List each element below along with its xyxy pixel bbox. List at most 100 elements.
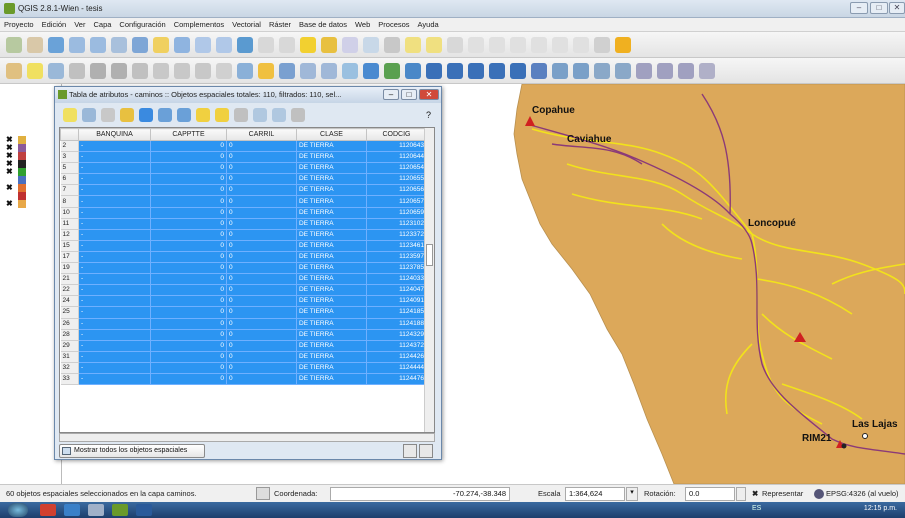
scroll-thumb[interactable] [426,244,433,266]
cell-capptte[interactable]: 0 [150,284,227,297]
cell-codcig[interactable]: 1124329 [366,329,427,341]
cell-banquina[interactable]: - [78,173,151,186]
table-row[interactable]: 28-0 0 DE TIERRA 1124329 [60,329,427,341]
cell-capptte[interactable]: 0 [150,318,227,330]
start-button[interactable] [8,503,28,517]
cell-banquina[interactable]: - [78,195,151,208]
taskbar-app-icon[interactable] [136,504,152,516]
cell-carril[interactable]: 0 [226,195,297,208]
menu-procesos[interactable]: Procesos [378,20,409,29]
cell-codcig[interactable]: 1123461 [366,240,427,252]
cell-banquina[interactable]: - [78,151,151,164]
row-number[interactable]: 32 [60,362,79,374]
crs-label[interactable]: EPSG:4326 (al vuelo) [826,489,899,498]
table-row[interactable]: 22-0 0 DE TIERRA 1124047 [60,284,427,297]
cell-capptte[interactable]: 0 [150,218,227,230]
table-row[interactable]: 3-0 0 DE TIERRA 1120644 [60,151,427,164]
vertical-scrollbar[interactable] [424,128,434,432]
cell-banquina[interactable]: - [78,306,151,319]
cell-clase[interactable]: DE TIERRA [296,329,367,341]
cell-capptte[interactable]: 0 [150,373,227,386]
toggle-editing-icon[interactable] [63,108,77,122]
grid-icon[interactable] [594,36,610,53]
zoom-to-layer-icon[interactable] [174,36,190,53]
cell-capptte[interactable]: 0 [150,306,227,319]
table-row[interactable]: 10-0 0 DE TIERRA 1120659 [60,207,427,219]
cell-carril[interactable]: 0 [226,229,297,241]
row-number[interactable]: 28 [60,329,79,341]
cell-codcig[interactable]: 1124091 [366,295,427,308]
copy-features-icon[interactable] [174,62,190,79]
cell-clase[interactable]: DE TIERRA [296,240,367,252]
cell-clase[interactable]: DE TIERRA [296,251,367,264]
table-row[interactable]: 32-0 0 DE TIERRA 1124444 [60,362,427,374]
cell-codcig[interactable]: 1120655 [366,173,427,186]
zoom-to-selection-icon[interactable] [153,36,169,53]
zoom-last-icon[interactable] [195,36,211,53]
cell-codcig[interactable]: 1120643 [366,140,427,153]
table-row[interactable]: 8-0 0 DE TIERRA 1120657 [60,195,427,208]
row-number[interactable]: 21 [60,273,79,286]
cell-carril[interactable]: 0 [226,262,297,275]
cell-banquina[interactable]: - [78,162,151,175]
coordinate-toggle-icon[interactable] [256,487,270,500]
cell-capptte[interactable]: 0 [150,184,227,197]
cell-clase[interactable]: DE TIERRA [296,195,367,208]
cell-codcig[interactable]: 1123102 [366,218,427,230]
label-change-icon[interactable] [573,36,589,53]
save-edits-icon[interactable] [82,108,96,122]
scale-field[interactable]: 1:364,624 [565,487,625,501]
table-row[interactable]: 12-0 0 DE TIERRA 1123372 [60,229,427,241]
cell-banquina[interactable]: - [78,295,151,308]
cell-capptte[interactable]: 0 [150,140,227,153]
paste-features-icon[interactable] [195,62,211,79]
delete-selected-icon[interactable] [101,108,115,122]
open-project-icon[interactable] [258,62,274,79]
table-view-icon[interactable] [403,444,417,458]
table-row[interactable]: 6-0 0 DE TIERRA 1120655 [60,173,427,186]
layer-row[interactable]: ✖ [6,184,52,192]
cell-banquina[interactable]: - [78,318,151,330]
cell-banquina[interactable]: - [78,140,151,153]
menu-ayuda[interactable]: Ayuda [418,20,439,29]
save-edits-icon[interactable] [48,62,64,79]
cell-capptte[interactable]: 0 [150,262,227,275]
contrast-icon[interactable] [699,62,715,79]
zoom-next-icon[interactable] [216,36,232,53]
taskbar-app-icon[interactable] [64,504,80,516]
move-selection-top-icon[interactable] [177,108,191,122]
column-header-banquina[interactable]: BANQUINA [78,128,151,141]
table-row[interactable]: 15-0 0 DE TIERRA 1123461 [60,240,427,252]
cell-carril[interactable]: 0 [226,373,297,386]
minimize-button[interactable]: – [850,2,868,14]
label-pin-icon[interactable] [489,36,505,53]
layer-row[interactable]: ✖ [6,200,52,208]
menu-base-de-datos[interactable]: Base de datos [299,20,347,29]
toggle-editing-icon[interactable] [27,62,43,79]
taskbar-app-icon[interactable] [40,504,56,516]
cell-codcig[interactable]: 1124426 [366,351,427,363]
zoom-in-icon[interactable] [69,36,85,53]
cell-banquina[interactable]: - [78,373,151,386]
cell-clase[interactable]: DE TIERRA [296,229,367,241]
column-header-capptte[interactable]: CAPPTTE [150,128,227,141]
annotation-icon[interactable] [426,36,442,53]
cell-capptte[interactable]: 0 [150,195,227,208]
copy-rows-icon[interactable] [234,108,248,122]
table-row[interactable]: 26-0 0 DE TIERRA 1124188 [60,318,427,330]
cell-codcig[interactable]: 1124372 [366,340,427,352]
add-wfs-layer-icon[interactable] [510,62,526,79]
row-number[interactable]: 12 [60,229,79,241]
save-project-icon[interactable] [279,62,295,79]
row-number[interactable]: 7 [60,184,79,197]
row-number[interactable]: 3 [60,151,79,164]
current-edits-icon[interactable] [6,62,22,79]
cell-clase[interactable]: DE TIERRA [296,318,367,330]
select-by-expression-icon[interactable] [321,36,337,53]
cell-clase[interactable]: DE TIERRA [296,284,367,297]
pan-to-selection-icon[interactable] [48,36,64,53]
maximize-button[interactable]: □ [870,2,888,14]
cell-carril[interactable]: 0 [226,362,297,374]
add-mssql-layer-icon[interactable] [426,62,442,79]
row-number[interactable]: 22 [60,284,79,297]
